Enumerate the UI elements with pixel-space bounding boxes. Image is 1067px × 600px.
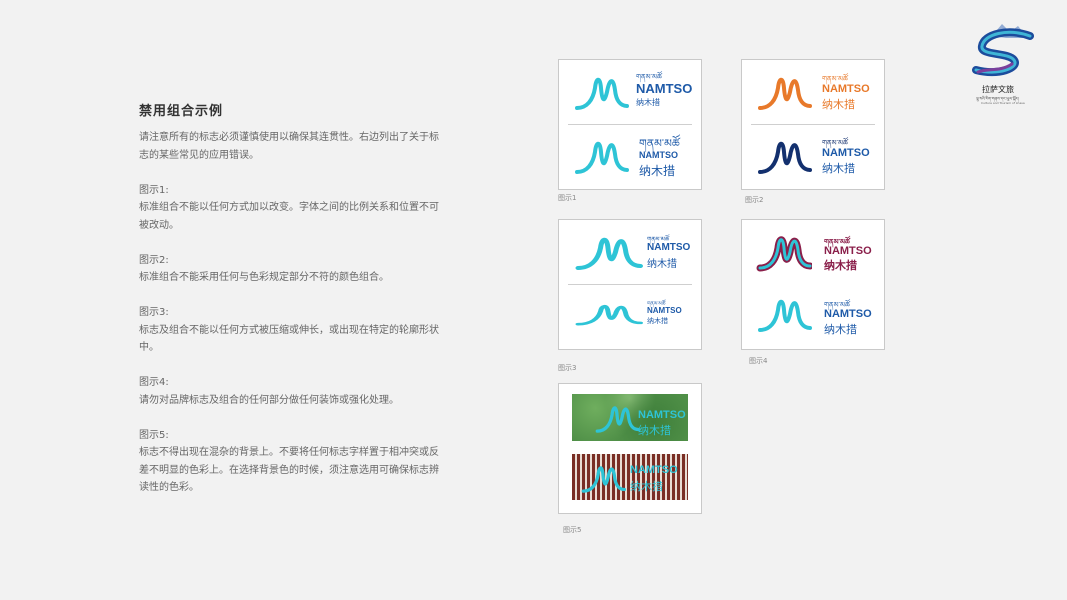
logo-chinese: 纳木措 [630, 480, 663, 493]
logo-chinese: 纳木措 [822, 98, 855, 111]
logo-latin: NAMTSO [824, 245, 872, 257]
wave-m-icon [756, 236, 812, 272]
logo-latin: NAMTSO [647, 306, 682, 315]
caption-1: 图示1 [558, 194, 577, 202]
logo-latin: NAMTSO [639, 150, 678, 160]
rule-heading: 图示5: [139, 429, 169, 441]
wave-m-icon [575, 77, 629, 110]
logo-latin: NAMTSO [822, 83, 870, 95]
wave-m-icon [581, 466, 626, 493]
caption-3: 图示3 [558, 364, 577, 372]
wave-m-icon [758, 141, 812, 174]
rule-heading: 图示1: [139, 184, 169, 196]
namtso-logo: གནམ་མཚོ NAMTSO 纳木措 [569, 64, 693, 119]
example-panel-3: གནམ་མཚོ NAMTSO 纳木措 གནམ་མཚོ NAMTSO 纳木措 [558, 219, 702, 350]
logo-latin: NAMTSO [636, 81, 693, 96]
caption-5: 图示5 [563, 526, 582, 534]
rule-body: 请勿对品牌标志及组合的任何部分做任何装饰或强化处理。 [139, 394, 399, 406]
caption-2: 图示2 [745, 196, 764, 204]
namtso-logo: གནམ་མཚོ NAMTSO 纳木措 [752, 286, 876, 341]
rule-heading: 图示3: [139, 307, 169, 318]
rule-body: 标准组合不能以任何方式加以改变。字体之间的比例关系和位置不可被改动。 [139, 202, 439, 231]
namtso-logo: གནམ་མཚོ NAMTSO 纳木措 [752, 64, 876, 119]
rule-1: 图示1: 标准组合不能以任何方式加以改变。字体之间的比例关系和位置不可被改动。 [139, 182, 439, 235]
example-panel-5: NAMTSO 纳木措 NAMTSO 纳木措 [558, 383, 702, 514]
divider [568, 124, 692, 125]
rule-2: 图示2: 标准组合不能采用任何与色彩规定部分不符的颜色组合。 [139, 252, 439, 287]
rule-3: 图示3: 标志及组合不能以任何方式被压缩或伸长，或出现在特定的轮廓形状中。 [139, 304, 439, 357]
logo-latin: NAMTSO [647, 242, 691, 253]
logo-chinese: 纳木措 [636, 98, 660, 107]
logo-chinese: 纳木措 [824, 323, 857, 336]
logo-chinese: 纳木措 [639, 164, 676, 178]
logo-latin: NAMTSO [638, 409, 686, 421]
wave-m-icon [595, 406, 640, 433]
rule-body: 标准组合不能采用任何与色彩规定部分不符的颜色组合。 [139, 272, 389, 283]
logo-latin: NAMTSO [824, 308, 872, 320]
wave-m-icon [758, 299, 812, 332]
lhasa-s-icon [972, 24, 1034, 77]
logo-chinese: 纳木措 [824, 259, 857, 272]
striped-background: NAMTSO 纳木措 [572, 454, 688, 500]
namtso-logo: གནམ་མཚོ NAMTSO 纳木措 [752, 224, 876, 279]
rule-heading: 图示4: [139, 377, 169, 388]
example-panel-4: གནམ་མཚོ NAMTSO 纳木措 གནམ་མཚོ NAMTSO 纳木措 [741, 219, 885, 350]
caption-4: 图示4 [749, 357, 768, 365]
brand-chinese-script: 拉萨文旅 [982, 85, 1014, 94]
rule-heading: 图示2: [139, 254, 169, 266]
brand-english: Culture and Tourism of Lhasa [981, 101, 1025, 105]
rule-4: 图示4: 请勿对品牌标志及组合的任何部分做任何装饰或强化处理。 [139, 374, 439, 409]
lhasa-brand-logo: 拉萨文旅 ལྷ་སའི་རིག་གནས་དང་ཡུལ་སྐོར། Culture… [968, 22, 1040, 105]
namtso-logo: གནམ་མཚོ NAMTSO 纳木措 [569, 128, 693, 183]
divider [751, 124, 875, 125]
rule-body: 标志不得出现在混杂的背景上。不要将任何标志字样置于相冲突或反差不明显的色彩上。在… [139, 447, 439, 493]
wave-m-icon [575, 237, 643, 270]
example-panel-1: གནམ་མཚོ NAMTSO 纳木措 གནམ་མཚོ NAMTSO 纳木措 [558, 59, 702, 190]
rule-body: 标志及组合不能以任何方式被压缩或伸长，或出现在特定的轮廓形状中。 [139, 324, 439, 354]
wave-m-icon [575, 304, 643, 326]
wave-m-icon [758, 77, 812, 110]
logo-chinese: 纳木措 [647, 317, 668, 325]
marble-background: NAMTSO 纳木措 [572, 394, 688, 441]
namtso-logo: གནམ་མཚོ NAMTSO 纳木措 [752, 128, 876, 183]
intro-paragraph: 请注意所有的标志必须谨慎使用以确保其连贯性。右边列出了关于标志的某些常见的应用错… [139, 132, 439, 161]
section-title: 禁用组合示例 [139, 104, 224, 119]
namtso-logo: གནམ་མཚོ NAMTSO 纳木措 [569, 294, 693, 349]
wave-m-icon [575, 141, 629, 174]
logo-chinese: 纳木措 [822, 162, 855, 175]
logo-latin: NAMTSO [822, 147, 870, 159]
logo-chinese: 纳木措 [647, 259, 677, 270]
logo-latin: NAMTSO [630, 464, 678, 476]
example-panel-2: གནམ་མཚོ NAMTSO 纳木措 གནམ་མཚོ NAMTSO 纳木措 [741, 59, 885, 190]
divider [568, 284, 692, 285]
logo-chinese: 纳木措 [638, 424, 671, 437]
guideline-text: 请注意所有的标志必须谨慎使用以确保其连贯性。右边列出了关于标志的某些常见的应用错… [139, 129, 439, 514]
rule-5: 图示5: 标志不得出现在混杂的背景上。不要将任何标志字样置于相冲突或反差不明显的色… [139, 427, 439, 497]
namtso-logo: གནམ་མཚོ NAMTSO 纳木措 [569, 224, 693, 279]
